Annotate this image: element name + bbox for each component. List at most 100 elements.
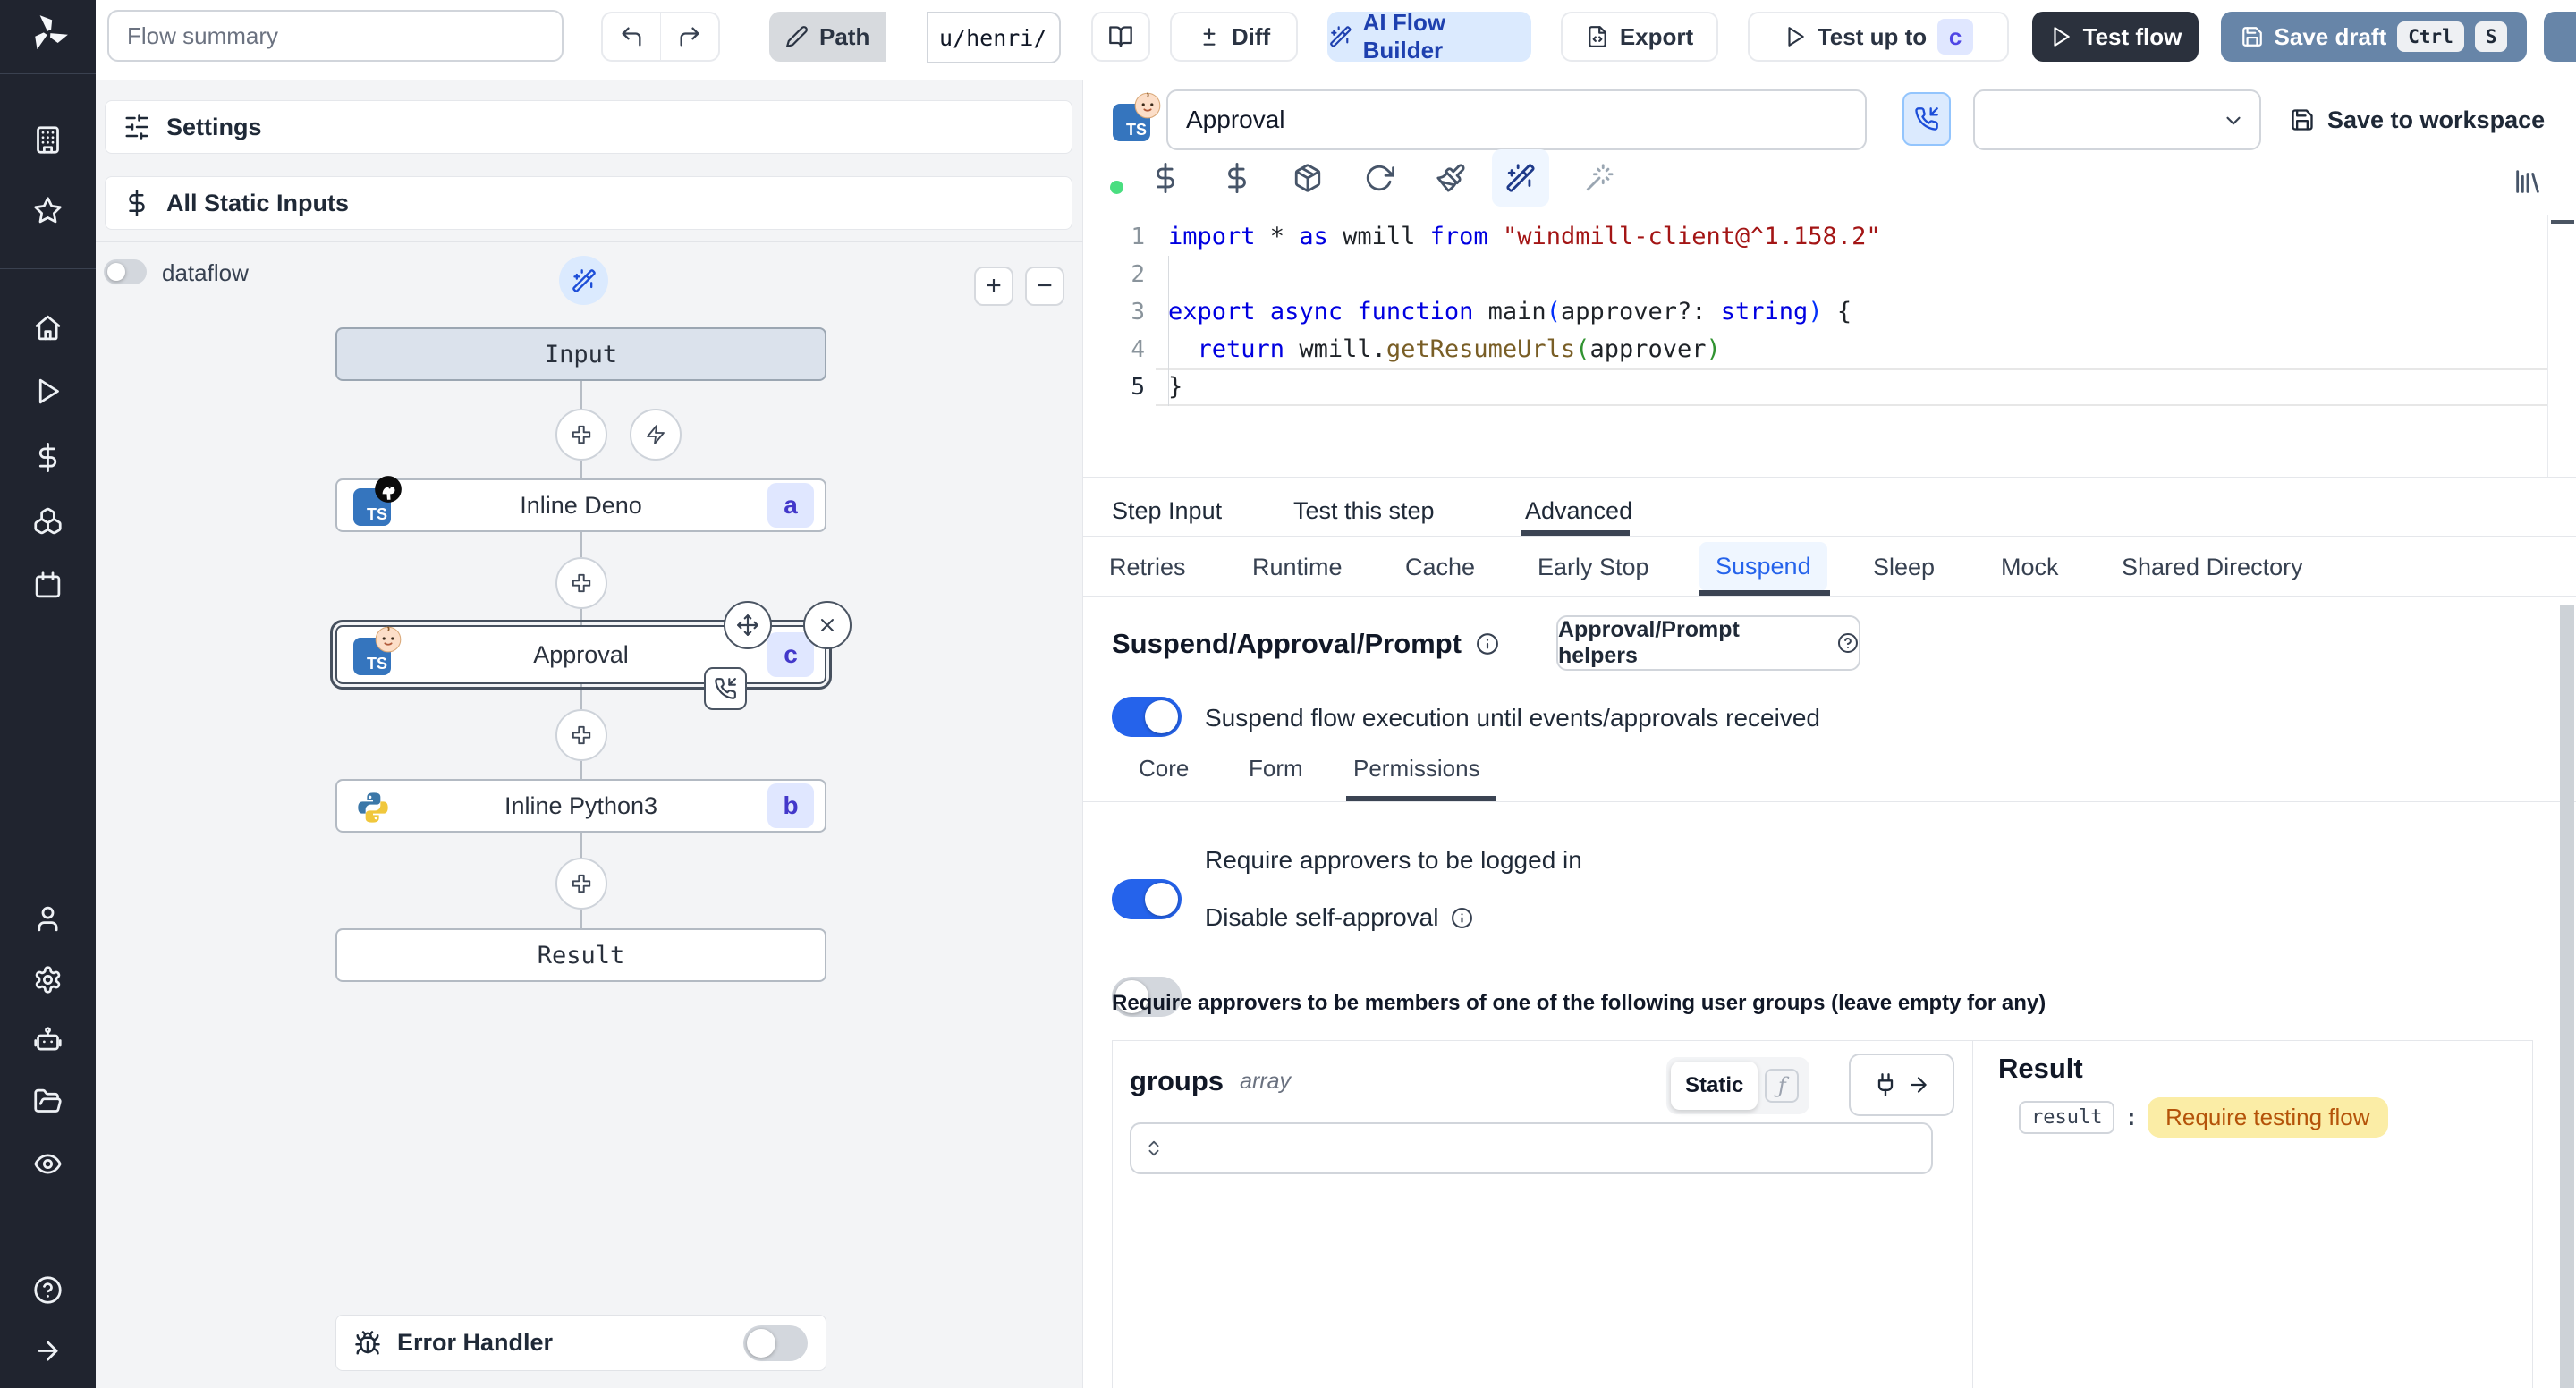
workers-bot-icon[interactable]	[33, 1026, 63, 1055]
info-icon[interactable]	[1451, 907, 1473, 929]
dataflow-toggle[interactable]	[104, 259, 147, 284]
resources-boxes-icon[interactable]	[33, 506, 63, 536]
all-static-inputs-button[interactable]: All Static Inputs	[105, 176, 1072, 230]
ai-assistant-button[interactable]	[1492, 149, 1549, 207]
ai-flow-builder-button[interactable]: AI Flow Builder	[1327, 9, 1531, 63]
subtab-shared-directory[interactable]: Shared Directory	[2122, 554, 2303, 581]
subtab-mock[interactable]: Mock	[2001, 554, 2059, 581]
path-value-input[interactable]	[927, 12, 1061, 63]
groups-array-input[interactable]	[1130, 1122, 1933, 1174]
home-icon[interactable]	[33, 313, 63, 343]
add-step-button[interactable]	[555, 858, 607, 910]
suspend-mode-button[interactable]	[1902, 92, 1951, 146]
ai-off-wand-icon[interactable]	[1584, 163, 1614, 193]
save-to-workspace-button[interactable]: Save to workspace	[2290, 98, 2545, 141]
flow-node-deno[interactable]: TS Inline Deno a	[335, 476, 826, 532]
error-handler-card[interactable]: Error Handler	[335, 1315, 826, 1371]
library-icon[interactable]	[2512, 166, 2543, 197]
export-button[interactable]: Export	[1561, 12, 1718, 62]
package-icon[interactable]	[1292, 163, 1323, 193]
step-name-input[interactable]	[1166, 89, 1867, 150]
result-key-chip[interactable]: result	[2019, 1101, 2115, 1134]
editor-code[interactable]: import * as wmill from "windmill-client@…	[1168, 218, 1881, 406]
flow-settings-button[interactable]: Settings	[105, 100, 1072, 154]
add-trigger-button[interactable]	[630, 409, 682, 461]
collapse-arrow-icon[interactable]	[33, 1336, 63, 1366]
subtab-core[interactable]: Core	[1139, 755, 1189, 783]
subtab-early-stop[interactable]: Early Stop	[1538, 554, 1649, 581]
code-editor[interactable]: 12345 import * as wmill from "windmill-c…	[1083, 215, 2576, 477]
workspace-icon[interactable]	[33, 125, 63, 155]
favorites-star-icon[interactable]	[33, 196, 63, 225]
reload-icon[interactable]	[1364, 163, 1394, 193]
wand-icon	[1506, 164, 1535, 192]
subtab-permissions[interactable]: Permissions	[1353, 755, 1480, 783]
suspend-step-indicator[interactable]	[704, 667, 747, 710]
save-draft-button[interactable]: Save draft Ctrl S	[2221, 12, 2527, 62]
tab-test-this-step[interactable]: Test this step	[1293, 497, 1435, 525]
move-step-button[interactable]	[724, 601, 772, 649]
zoom-in-button[interactable]: +	[974, 267, 1013, 306]
format-brush-icon[interactable]	[1436, 163, 1466, 193]
approval-prompt-helpers-button[interactable]: Approval/Prompt helpers	[1556, 615, 1860, 671]
chevrons-up-down-icon[interactable]	[1144, 1138, 1164, 1158]
save-draft-label: Save draft	[2274, 22, 2387, 50]
zoom-out-button[interactable]: −	[1025, 267, 1064, 306]
scrollbar[interactable]	[2560, 605, 2574, 1388]
diff-label: Diff	[1231, 22, 1271, 50]
error-handler-toggle[interactable]	[743, 1325, 808, 1361]
add-variable-button[interactable]	[1150, 163, 1181, 193]
test-up-to-button[interactable]: Test up to c	[1748, 12, 2009, 62]
tab-advanced[interactable]: Advanced	[1525, 497, 1632, 525]
variables-dollar-icon[interactable]	[33, 443, 63, 472]
save-icon	[2292, 109, 2313, 131]
language-status-dot	[1110, 181, 1123, 194]
result-value-chip[interactable]: Require testing flow	[2148, 1097, 2388, 1138]
deploy-button-partial[interactable]	[2544, 12, 2576, 62]
path-button[interactable]: Path	[769, 12, 886, 62]
script-version-select[interactable]	[1973, 89, 2261, 150]
flow-node-python[interactable]: Inline Python3 b	[335, 779, 826, 833]
info-icon[interactable]	[1476, 632, 1499, 656]
diff-button[interactable]: Diff	[1170, 12, 1298, 62]
docs-book-button[interactable]	[1091, 12, 1150, 62]
delete-step-button[interactable]	[803, 601, 852, 649]
flow-node-input[interactable]: Input	[335, 327, 826, 381]
test-flow-button[interactable]: Test flow	[2032, 12, 2199, 62]
subtab-retries[interactable]: Retries	[1109, 554, 1186, 581]
mode-javascript-option[interactable]: ƒ	[1765, 1069, 1800, 1103]
file-code-icon	[1589, 26, 1606, 47]
tab-step-input[interactable]: Step Input	[1112, 497, 1222, 525]
graph-ai-wand-button[interactable]	[559, 256, 608, 305]
undo-button[interactable]	[601, 12, 661, 62]
subtab-form[interactable]: Form	[1249, 755, 1303, 783]
help-icon[interactable]	[33, 1275, 63, 1305]
subtab-suspend[interactable]: Suspend	[1699, 542, 1827, 591]
play-icon	[2054, 27, 2070, 47]
suspend-flow-toggle[interactable]	[1112, 697, 1182, 737]
subtab-sleep[interactable]: Sleep	[1873, 554, 1935, 581]
phone-incoming-icon	[1915, 107, 1938, 131]
windmill-logo-icon[interactable]	[28, 13, 69, 54]
step-panel: TS Save to workspace	[1083, 80, 2576, 1388]
add-step-button[interactable]	[555, 709, 607, 761]
audit-eye-icon[interactable]	[33, 1149, 63, 1179]
require-login-toggle[interactable]	[1112, 879, 1182, 919]
add-step-button[interactable]	[555, 409, 607, 461]
flow-node-result[interactable]: Result	[335, 928, 826, 982]
input-mode-switch[interactable]: Static ƒ	[1666, 1057, 1809, 1114]
subtab-cache[interactable]: Cache	[1405, 554, 1475, 581]
schedules-calendar-icon[interactable]	[33, 571, 63, 600]
folders-icon[interactable]	[33, 1087, 63, 1116]
path-label: Path	[819, 22, 870, 50]
add-step-button[interactable]	[555, 557, 607, 609]
runs-play-icon[interactable]	[33, 377, 63, 406]
mode-static-option[interactable]: Static	[1671, 1062, 1758, 1110]
flow-summary-input[interactable]	[107, 10, 564, 62]
users-icon[interactable]	[33, 904, 63, 934]
connect-input-button[interactable]	[1849, 1054, 1954, 1116]
subtab-runtime[interactable]: Runtime	[1252, 554, 1343, 581]
add-resource-button[interactable]	[1222, 163, 1252, 193]
redo-button[interactable]	[660, 12, 720, 62]
settings-gear-icon[interactable]	[33, 965, 63, 994]
